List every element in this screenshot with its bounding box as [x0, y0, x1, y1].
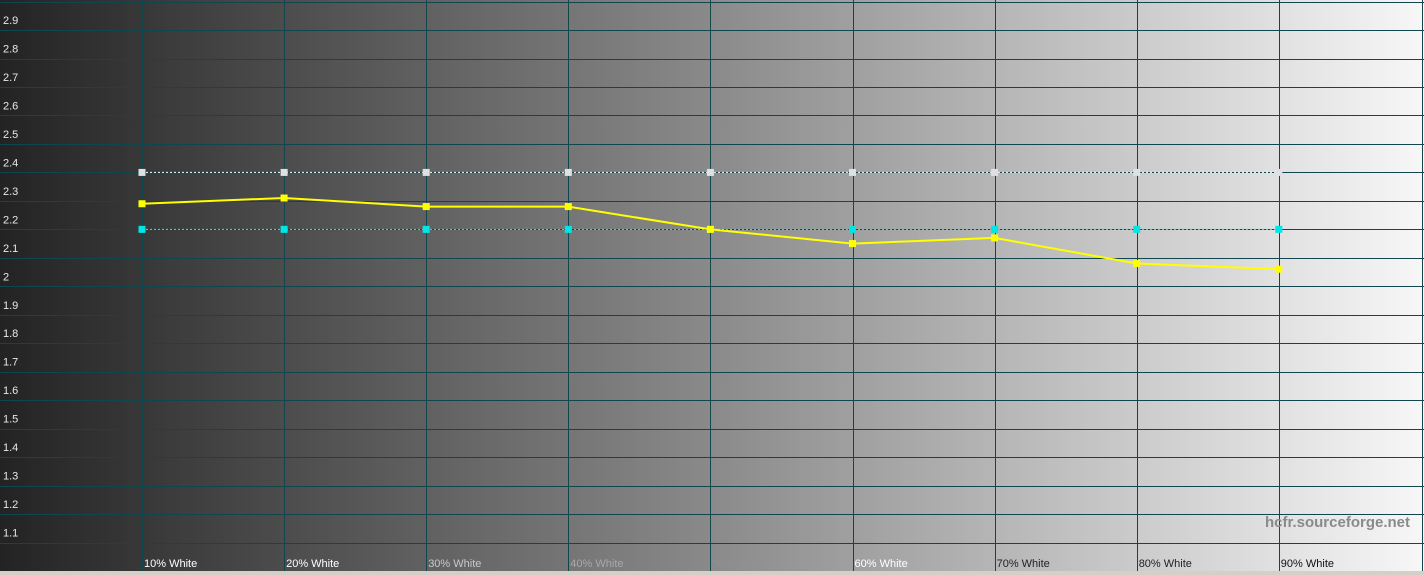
- series-marker-2: [422, 203, 430, 211]
- series-marker-1: [564, 225, 572, 233]
- y-tick-label: 2.7: [3, 72, 18, 84]
- series-marker-0: [991, 168, 999, 176]
- y-tick-label: 1.3: [3, 471, 18, 483]
- series-marker-2: [138, 200, 146, 208]
- series-marker-0: [706, 168, 714, 176]
- y-tick-label: 2: [3, 271, 9, 283]
- series-marker-0: [849, 168, 856, 176]
- plot-background: [0, 0, 1424, 571]
- y-tick-label: 1.2: [3, 499, 18, 511]
- bottom-strip: [0, 571, 1424, 575]
- y-tick-label: 1.9: [3, 300, 18, 312]
- series-marker-0: [138, 168, 146, 176]
- series-marker-1: [1133, 225, 1141, 233]
- y-tick-label: 1.6: [3, 385, 18, 397]
- y-tick-label: 2.2: [3, 214, 18, 226]
- series-marker-2: [849, 240, 856, 248]
- x-tick-label: 20% White: [286, 558, 339, 570]
- series-marker-2: [1133, 260, 1141, 268]
- y-tick-label: 2.8: [3, 44, 18, 56]
- x-tick-label: 50% White: [712, 558, 765, 570]
- series-marker-0: [564, 168, 572, 176]
- series-marker-1: [138, 225, 146, 233]
- series-marker-1: [422, 225, 430, 233]
- y-tick-label: 1.5: [3, 414, 18, 426]
- y-tick-label: 2.1: [3, 243, 18, 255]
- series-marker-2: [991, 234, 999, 242]
- x-tick-label: 60% White: [855, 558, 908, 570]
- series-marker-1: [849, 225, 856, 233]
- series-marker-2: [564, 203, 572, 211]
- series-marker-0: [1275, 168, 1283, 176]
- series-marker-0: [280, 168, 288, 176]
- series-marker-0: [1133, 168, 1141, 176]
- x-tick-label: 40% White: [570, 558, 623, 570]
- y-tick-label: 1.7: [3, 357, 18, 369]
- y-tick-label: 1.8: [3, 328, 18, 340]
- watermark-text: hcfr.sourceforge.net: [1265, 514, 1410, 531]
- x-tick-label: 70% White: [997, 558, 1050, 570]
- y-tick-label: 2.6: [3, 100, 18, 112]
- x-tick-label: 30% White: [428, 558, 481, 570]
- x-tick-label: 10% White: [144, 558, 197, 570]
- series-marker-2: [1275, 265, 1283, 273]
- series-marker-1: [1275, 225, 1283, 233]
- series-marker-1: [991, 225, 999, 233]
- y-tick-label: 2.3: [3, 186, 18, 198]
- y-tick-label: 2.5: [3, 129, 18, 141]
- x-tick-label: 90% White: [1281, 558, 1334, 570]
- series-marker-2: [280, 194, 288, 202]
- y-tick-label: 2.4: [3, 157, 18, 169]
- series-marker-0: [422, 168, 430, 176]
- y-tick-label: 1.1: [3, 528, 18, 540]
- series-marker-1: [280, 225, 288, 233]
- y-tick-label: 1.4: [3, 442, 18, 454]
- series-marker-2: [706, 225, 714, 233]
- x-tick-label: 80% White: [1139, 558, 1192, 570]
- y-tick-label: 2.9: [3, 15, 18, 27]
- gamma-chart: 1.1 1.2 1.3 1.4 1.5 1.6 1.7 1.8 1.9 2 2.1 2.2 2.3 2.4…: [0, 0, 1424, 571]
